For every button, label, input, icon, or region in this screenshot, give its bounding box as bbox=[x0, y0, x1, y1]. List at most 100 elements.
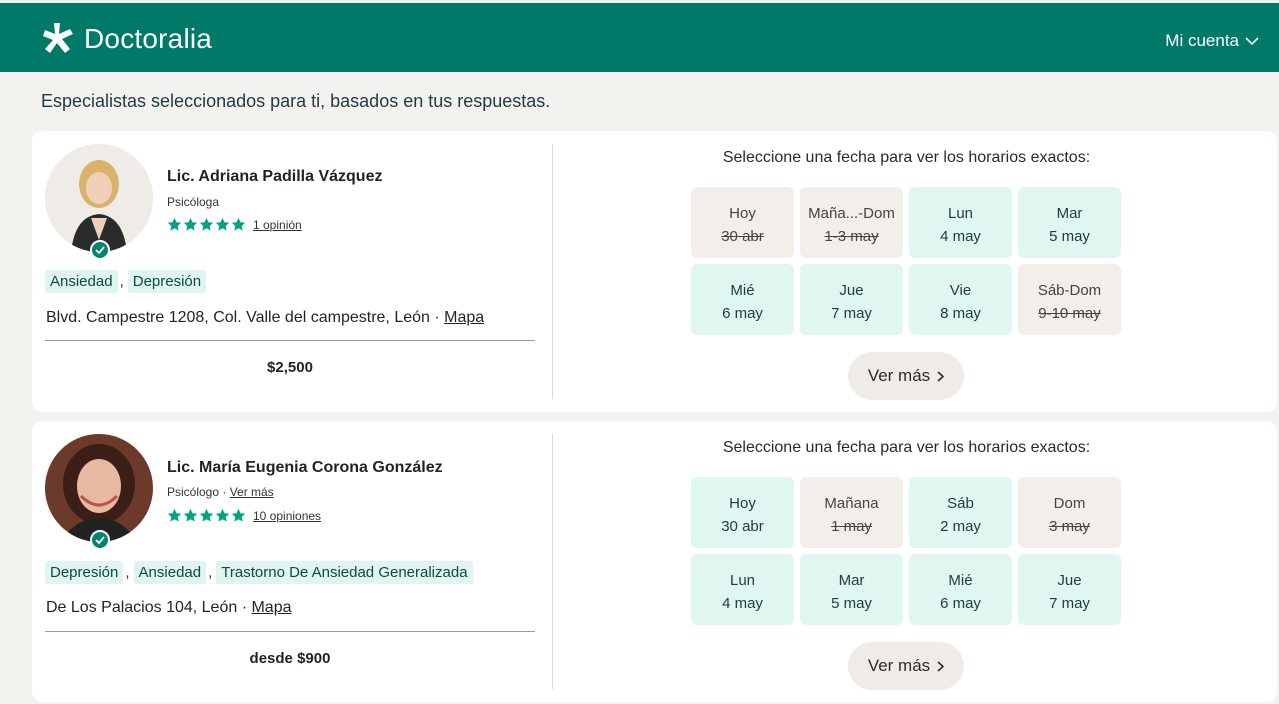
top-header: Doctoralia Mi cuenta bbox=[0, 3, 1279, 72]
star-icon bbox=[167, 217, 182, 231]
doctor-avatar[interactable] bbox=[45, 434, 153, 550]
date-slot[interactable]: Lun 4 may bbox=[909, 187, 1012, 258]
date-value: 1-3 may bbox=[824, 228, 879, 245]
chevron-right-icon bbox=[937, 370, 945, 382]
date-slot[interactable]: Mar 5 may bbox=[1018, 187, 1121, 258]
date-slot[interactable]: Vie 8 may bbox=[909, 264, 1012, 335]
date-day: Hoy bbox=[729, 205, 756, 222]
star-icon bbox=[215, 508, 230, 522]
date-slot[interactable]: Mié 6 may bbox=[909, 554, 1012, 625]
tag[interactable]: Trastorno De Ansiedad Generalizada bbox=[216, 561, 473, 584]
address: Blvd. Campestre 1208, Col. Valle del cam… bbox=[46, 309, 484, 327]
doctoralia-logo[interactable]: Doctoralia bbox=[40, 21, 212, 57]
date-value: 2 may bbox=[940, 518, 981, 535]
date-slot[interactable]: Lun 4 may bbox=[691, 554, 794, 625]
date-day: Mar bbox=[838, 572, 865, 589]
tag[interactable]: Ansiedad bbox=[133, 561, 207, 584]
address: De Los Palacios 104, León · Mapa bbox=[46, 599, 292, 617]
date-value: 6 may bbox=[940, 595, 981, 612]
date-slot[interactable]: Maña...-Dom 1-3 may bbox=[800, 187, 903, 258]
date-day: Sáb bbox=[947, 495, 974, 512]
date-value: 8 may bbox=[940, 305, 981, 322]
date-day: Mar bbox=[1056, 205, 1083, 222]
see-more-button[interactable]: Ver más bbox=[848, 642, 964, 690]
verified-badge-icon bbox=[90, 240, 110, 260]
date-value: 30 abr bbox=[721, 518, 764, 535]
star-icon bbox=[167, 508, 182, 522]
see-more-button[interactable]: Ver más bbox=[848, 352, 964, 400]
date-grid: Hoy 30 abr Maña...-Dom 1-3 may Lun 4 may Ma… bbox=[691, 187, 1122, 335]
date-day: Mié bbox=[948, 572, 973, 589]
map-link[interactable]: Mapa bbox=[444, 309, 484, 326]
star-icon bbox=[231, 217, 246, 231]
date-day: Lun bbox=[729, 572, 756, 589]
doctor-name[interactable]: Lic. Adriana Padilla Vázquez bbox=[167, 168, 382, 186]
avatar bbox=[45, 434, 153, 542]
chevron-right-icon bbox=[937, 660, 945, 672]
address-text: De Los Palacios 104, León · bbox=[46, 599, 252, 616]
map-link[interactable]: Mapa bbox=[251, 599, 291, 616]
see-more-link[interactable]: Ver más bbox=[230, 485, 274, 499]
date-slot[interactable]: Hoy 30 abr bbox=[691, 187, 794, 258]
specialty-label: Psicóloga bbox=[167, 195, 220, 209]
account-menu[interactable]: Mi cuenta bbox=[1165, 31, 1259, 51]
date-value: 7 may bbox=[1049, 595, 1090, 612]
date-slot[interactable]: Mar 5 may bbox=[800, 554, 903, 625]
doctoralia-logo-icon bbox=[43, 23, 73, 53]
date-day: Lun bbox=[947, 205, 974, 222]
doctor-name[interactable]: Lic. María Eugenia Corona González bbox=[167, 459, 443, 477]
star-icon bbox=[199, 508, 214, 522]
date-slot[interactable]: Dom 3 may bbox=[1018, 477, 1121, 548]
date-slot[interactable]: Sáb 2 may bbox=[909, 477, 1012, 548]
doctor-card: Lic. Adriana Padilla Vázquez Psicóloga 1… bbox=[32, 131, 1277, 412]
date-day: Vie bbox=[949, 282, 972, 299]
rating-stars bbox=[167, 217, 247, 232]
doctor-photo bbox=[45, 434, 153, 542]
date-slot[interactable]: Sáb-Dom 9-10 may bbox=[1018, 264, 1121, 335]
doctor-avatar[interactable] bbox=[45, 144, 153, 260]
date-value: 5 may bbox=[1049, 228, 1090, 245]
vertical-divider bbox=[552, 434, 553, 689]
see-more-label: Ver más bbox=[867, 656, 931, 675]
date-day: Mié bbox=[730, 282, 755, 299]
opinions-link[interactable]: 1 opinión bbox=[253, 218, 302, 232]
page-title: Especialistas seleccionados para ti, bas… bbox=[41, 91, 551, 111]
star-icon bbox=[183, 217, 198, 231]
see-more-label: Ver más bbox=[867, 366, 931, 385]
star-icon bbox=[183, 508, 198, 522]
doctor-card: Lic. María Eugenia Corona González Psicó… bbox=[32, 421, 1277, 702]
avatar bbox=[45, 144, 153, 252]
address-text: Blvd. Campestre 1208, Col. Valle del cam… bbox=[46, 309, 445, 326]
doctor-info: Lic. Adriana Padilla Vázquez Psicóloga 1… bbox=[32, 131, 552, 412]
date-value: 6 may bbox=[722, 305, 763, 322]
date-day: Sáb-Dom bbox=[1037, 282, 1102, 299]
date-day: Jue bbox=[839, 282, 864, 299]
date-slot[interactable]: Mañana 1 may bbox=[800, 477, 903, 548]
date-grid: Hoy 30 abr Mañana 1 may Sáb 2 may Dom 3 may … bbox=[691, 477, 1122, 625]
date-value: 1 may bbox=[831, 518, 872, 535]
doctor-info: Lic. María Eugenia Corona González Psicó… bbox=[32, 421, 552, 702]
date-slot[interactable]: Mié 6 may bbox=[691, 264, 794, 335]
vertical-divider bbox=[552, 144, 553, 399]
rating-stars bbox=[167, 508, 247, 523]
verified-badge-icon bbox=[90, 530, 110, 550]
date-day: Maña...-Dom bbox=[808, 205, 895, 222]
price: $2,500 bbox=[267, 359, 313, 376]
tag[interactable]: Depresión bbox=[127, 270, 207, 293]
date-slot[interactable]: Jue 7 may bbox=[1018, 554, 1121, 625]
date-value: 4 may bbox=[722, 595, 763, 612]
date-slot[interactable]: Jue 7 may bbox=[800, 264, 903, 335]
opinions-link[interactable]: 10 opiniones bbox=[253, 509, 321, 523]
logo-text: Doctoralia bbox=[84, 23, 213, 54]
specialty-tags: Depresión, Ansiedad, Trastorno De Ansied… bbox=[45, 561, 473, 584]
tag[interactable]: Ansiedad bbox=[45, 270, 118, 293]
specialty-label: Psicólogo · bbox=[167, 485, 230, 499]
date-value: 3 may bbox=[1049, 518, 1090, 535]
calendar-title: Seleccione una fecha para ver los horari… bbox=[722, 439, 1091, 456]
specialty-tags: Ansiedad, Depresión bbox=[45, 270, 207, 293]
date-value: 7 may bbox=[831, 305, 872, 322]
date-slot[interactable]: Hoy 30 abr bbox=[691, 477, 794, 548]
doctor-specialty: Psicóloga bbox=[167, 195, 219, 209]
date-value: 30 abr bbox=[721, 228, 764, 245]
tag[interactable]: Depresión bbox=[45, 561, 124, 584]
